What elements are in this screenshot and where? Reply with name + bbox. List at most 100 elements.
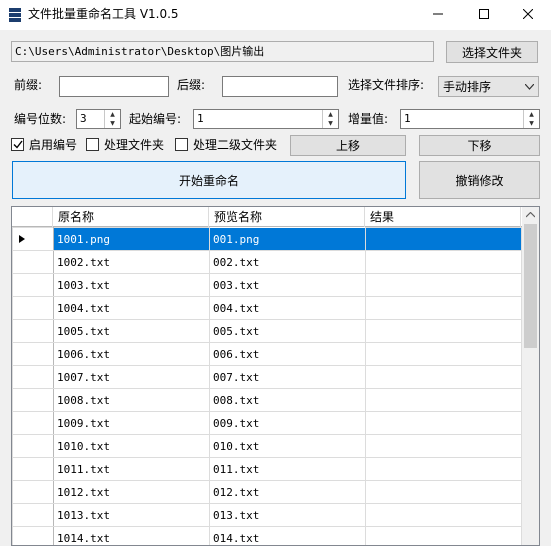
cell-preview[interactable]: 013.txt xyxy=(209,503,366,527)
cell-preview[interactable]: 002.txt xyxy=(209,250,366,274)
table-row[interactable]: 1002.txt 002.txt xyxy=(12,250,522,274)
cell-preview[interactable]: 011.txt xyxy=(209,457,366,481)
row-header[interactable] xyxy=(12,365,54,389)
undo-changes-button[interactable]: 撤销修改 xyxy=(419,161,540,199)
cell-original[interactable]: 1012.txt xyxy=(53,480,210,504)
increment-stepper[interactable]: 1 ▲ ▼ xyxy=(400,109,540,129)
cell-original[interactable]: 1001.png xyxy=(53,227,210,251)
cell-original[interactable]: 1005.txt xyxy=(53,319,210,343)
maximize-button[interactable] xyxy=(461,0,507,28)
table-row[interactable]: 1007.txt 007.txt xyxy=(12,365,522,389)
cell-preview[interactable]: 006.txt xyxy=(209,342,366,366)
table-row[interactable]: 1010.txt 010.txt xyxy=(12,434,522,458)
close-button[interactable] xyxy=(505,0,551,28)
row-header[interactable] xyxy=(12,319,54,343)
cell-preview[interactable]: 014.txt xyxy=(209,526,366,545)
table-row[interactable]: 1008.txt 008.txt xyxy=(12,388,522,412)
process-subfolder-label[interactable]: 处理二级文件夹 xyxy=(193,137,277,153)
down-arrow-icon[interactable]: ▼ xyxy=(524,119,539,128)
table-row[interactable]: 1004.txt 004.txt xyxy=(12,296,522,320)
cell-result[interactable] xyxy=(365,388,522,412)
start-number-stepper[interactable]: 1 ▲ ▼ xyxy=(193,109,339,129)
cell-preview[interactable]: 003.txt xyxy=(209,273,366,297)
up-arrow-icon[interactable]: ▲ xyxy=(323,110,338,119)
cell-result[interactable] xyxy=(365,526,522,545)
cell-original[interactable]: 1002.txt xyxy=(53,250,210,274)
move-down-button[interactable]: 下移 xyxy=(419,135,540,156)
cell-original[interactable]: 1010.txt xyxy=(53,434,210,458)
cell-result[interactable] xyxy=(365,296,522,320)
cell-result[interactable] xyxy=(365,227,522,251)
up-arrow-icon[interactable]: ▲ xyxy=(105,110,120,119)
up-arrow-icon[interactable]: ▲ xyxy=(524,110,539,119)
column-header-result[interactable]: 结果 xyxy=(365,207,521,227)
cell-preview[interactable]: 005.txt xyxy=(209,319,366,343)
table-row[interactable]: 1013.txt 013.txt xyxy=(12,503,522,527)
cell-original[interactable]: 1014.txt xyxy=(53,526,210,545)
cell-original[interactable]: 1013.txt xyxy=(53,503,210,527)
cell-result[interactable] xyxy=(365,250,522,274)
table-row[interactable]: 1012.txt 012.txt xyxy=(12,480,522,504)
row-header[interactable] xyxy=(12,388,54,412)
cell-original[interactable]: 1011.txt xyxy=(53,457,210,481)
row-header[interactable] xyxy=(12,342,54,366)
increment-stepper-arrows[interactable]: ▲ ▼ xyxy=(523,110,539,128)
cell-result[interactable] xyxy=(365,503,522,527)
cell-original[interactable]: 1006.txt xyxy=(53,342,210,366)
cell-result[interactable] xyxy=(365,480,522,504)
table-row[interactable]: 1009.txt 009.txt xyxy=(12,411,522,435)
table-row[interactable]: 1014.txt 014.txt xyxy=(12,526,522,545)
cell-preview[interactable]: 004.txt xyxy=(209,296,366,320)
suffix-input[interactable] xyxy=(222,76,338,97)
select-folder-button[interactable]: 选择文件夹 xyxy=(446,41,538,63)
cell-result[interactable] xyxy=(365,457,522,481)
cell-preview[interactable]: 008.txt xyxy=(209,388,366,412)
cell-result[interactable] xyxy=(365,319,522,343)
cell-original[interactable]: 1004.txt xyxy=(53,296,210,320)
row-header[interactable] xyxy=(12,457,54,481)
start-number-stepper-arrows[interactable]: ▲ ▼ xyxy=(322,110,338,128)
row-header[interactable] xyxy=(12,434,54,458)
cell-result[interactable] xyxy=(365,411,522,435)
digits-stepper-arrows[interactable]: ▲ ▼ xyxy=(104,110,120,128)
process-folder-checkbox[interactable] xyxy=(86,138,99,151)
process-folder-label[interactable]: 处理文件夹 xyxy=(104,137,164,153)
row-header[interactable] xyxy=(12,273,54,297)
move-up-button[interactable]: 上移 xyxy=(290,135,406,156)
cell-original[interactable]: 1009.txt xyxy=(53,411,210,435)
cell-result[interactable] xyxy=(365,365,522,389)
enable-numbering-checkbox[interactable] xyxy=(11,138,24,151)
row-header[interactable] xyxy=(12,480,54,504)
start-rename-button[interactable]: 开始重命名 xyxy=(12,161,406,199)
process-subfolder-checkbox[interactable] xyxy=(175,138,188,151)
cell-result[interactable] xyxy=(365,342,522,366)
cell-original[interactable]: 1003.txt xyxy=(53,273,210,297)
row-header[interactable] xyxy=(12,503,54,527)
cell-original[interactable]: 1007.txt xyxy=(53,365,210,389)
cell-result[interactable] xyxy=(365,273,522,297)
enable-numbering-label[interactable]: 启用编号 xyxy=(29,137,77,153)
table-row[interactable]: 1011.txt 011.txt xyxy=(12,457,522,481)
cell-preview[interactable]: 010.txt xyxy=(209,434,366,458)
down-arrow-icon[interactable]: ▼ xyxy=(323,119,338,128)
digits-stepper[interactable]: 3 ▲ ▼ xyxy=(76,109,121,129)
cell-preview[interactable]: 012.txt xyxy=(209,480,366,504)
row-header[interactable] xyxy=(12,411,54,435)
sort-select[interactable]: 手动排序 xyxy=(438,76,539,97)
row-header[interactable] xyxy=(12,526,54,545)
prefix-input[interactable] xyxy=(59,76,169,97)
minimize-button[interactable] xyxy=(415,0,461,28)
row-header[interactable] xyxy=(12,296,54,320)
scrollbar-thumb[interactable] xyxy=(524,224,537,348)
cell-result[interactable] xyxy=(365,434,522,458)
table-row[interactable]: 1006.txt 006.txt xyxy=(12,342,522,366)
folder-path-field[interactable]: C:\Users\Administrator\Desktop\图片输出 xyxy=(11,41,434,62)
row-header[interactable] xyxy=(12,250,54,274)
column-header-original[interactable]: 原名称 xyxy=(53,207,209,227)
cell-original[interactable]: 1008.txt xyxy=(53,388,210,412)
table-row[interactable]: 1003.txt 003.txt xyxy=(12,273,522,297)
cell-preview[interactable]: 001.png xyxy=(209,227,366,251)
cell-preview[interactable]: 009.txt xyxy=(209,411,366,435)
vertical-scrollbar[interactable] xyxy=(522,207,539,545)
table-row[interactable]: 1005.txt 005.txt xyxy=(12,319,522,343)
